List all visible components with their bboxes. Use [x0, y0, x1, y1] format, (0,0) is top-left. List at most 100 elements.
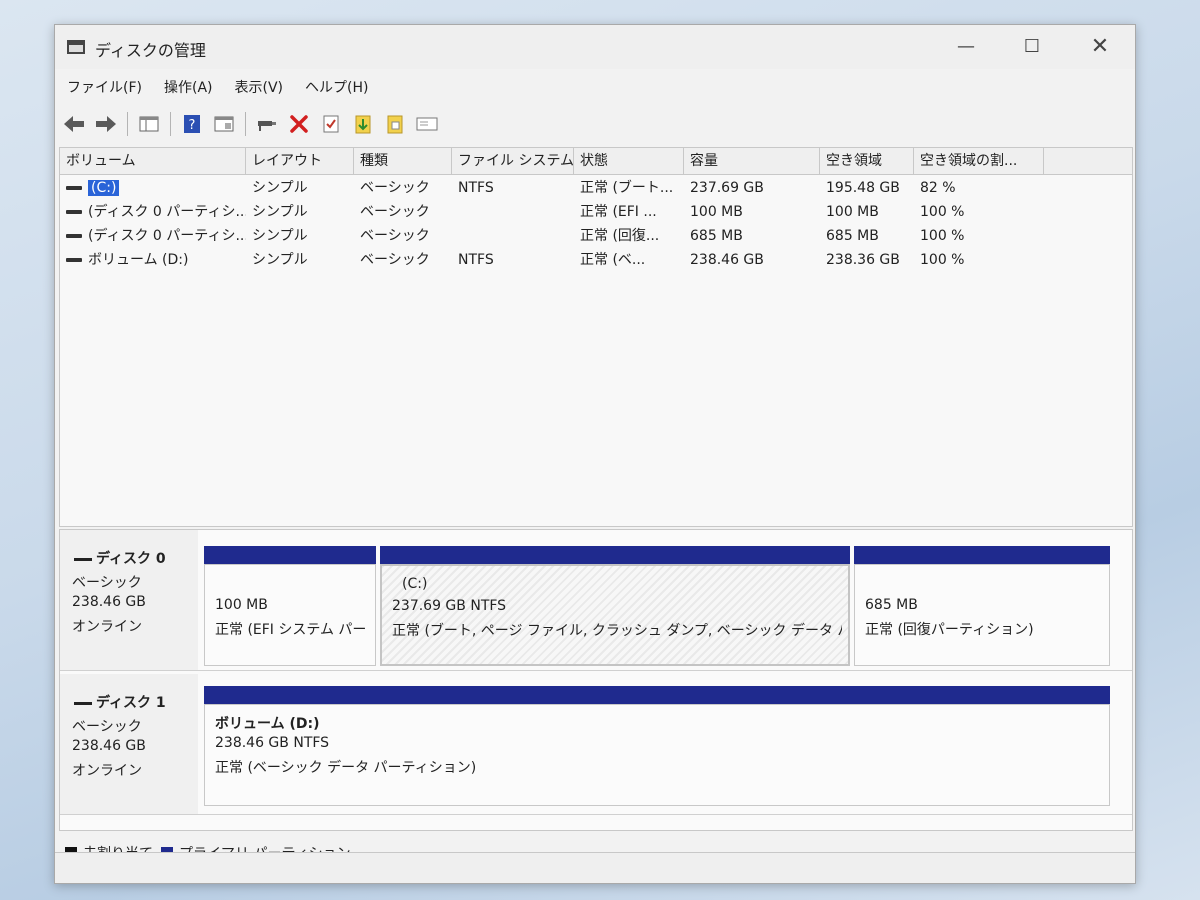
disk-status: オンライン [72, 763, 142, 779]
free-space-cell: 195.48 GB [826, 180, 900, 196]
column-header-layout[interactable]: レイアウト [246, 148, 354, 174]
filesystem-cell: NTFS [458, 180, 494, 196]
volume-name: (ディスク 0 パーティシ... [88, 204, 246, 220]
partition-size: 237.69 GB NTFS [392, 598, 507, 614]
layout-cell: シンプル [252, 228, 308, 244]
partition-c[interactable]: (C:) 237.69 GB NTFS 正常 (ブート, ページ ファイル, ク… [380, 546, 850, 666]
window-title: ディスクの管理 [95, 41, 206, 60]
partition-body: (C:) 237.69 GB NTFS 正常 (ブート, ページ ファイル, ク… [380, 564, 850, 666]
partition-status: 正常 (ベーシック データ パーティション) [215, 760, 477, 776]
free-space-cell: 238.36 GB [826, 252, 900, 268]
volume-name: (ディスク 0 パーティシ... [88, 228, 246, 244]
column-header-free-space[interactable]: 空き領域 [820, 148, 914, 174]
column-header-type[interactable]: 種類 [354, 148, 452, 174]
maximize-button[interactable]: ☐ [1009, 31, 1055, 61]
forward-arrow-icon[interactable] [93, 111, 119, 137]
menu-view[interactable]: 表示(V) [235, 77, 284, 97]
disk-size: 238.46 GB [72, 738, 146, 754]
partition-status: 正常 (ブート, ページ ファイル, クラッシュ ダンプ, ベーシック データ … [392, 623, 842, 639]
disk-management-window: ディスクの管理 — ☐ ✕ ファイル(F) 操作(A) 表示(V) ヘルプ(H)… [54, 24, 1136, 884]
disk-icon [74, 557, 92, 561]
export-icon[interactable] [350, 111, 376, 137]
filesystem-cell: NTFS [458, 252, 494, 268]
partition-bar [854, 546, 1110, 564]
minimize-button[interactable]: — [943, 31, 989, 61]
free-space-cell: 685 MB [826, 228, 879, 244]
toolbar: ? [55, 105, 1135, 143]
disk-type: ベーシック [72, 719, 142, 735]
capacity-cell: 100 MB [690, 204, 743, 220]
layout-cell: シンプル [252, 204, 308, 220]
status-cell: 正常 (EFI ... [580, 204, 657, 220]
partition-body: 100 MB 正常 (EFI システム パー [204, 564, 376, 666]
type-cell: ベーシック [360, 252, 430, 268]
import-icon[interactable] [382, 111, 408, 137]
delete-icon[interactable] [286, 111, 312, 137]
partition-efi[interactable]: 100 MB 正常 (EFI システム パー [204, 546, 376, 666]
status-bar [55, 852, 1135, 883]
drive-icon [66, 258, 82, 262]
help-icon[interactable]: ? [179, 111, 205, 137]
partition-title: ボリューム (D:) [215, 716, 320, 732]
type-cell: ベーシック [360, 228, 430, 244]
table-row[interactable]: (ディスク 0 パーティシ... シンプル ベーシック 正常 (回復... 68… [60, 224, 1132, 248]
disk-row-0: ディスク 0 ベーシック 238.46 GB オンライン 100 MB 正常 (… [60, 530, 1132, 671]
type-cell: ベーシック [360, 204, 430, 220]
drive-icon [66, 186, 82, 190]
checklist-icon[interactable] [318, 111, 344, 137]
disk-title: ディスク 1 [74, 692, 166, 712]
table-row[interactable]: (C:) シンプル ベーシック NTFS 正常 (ブート... 237.69 G… [60, 176, 1132, 200]
view-icon[interactable] [414, 111, 440, 137]
drive-icon [66, 234, 82, 238]
partition-bar [380, 546, 850, 564]
volume-cell: (ディスク 0 パーティシ... [60, 200, 246, 224]
column-header-volume[interactable]: ボリューム [60, 148, 246, 174]
volume-cell: (C:) [60, 176, 246, 200]
table-row[interactable]: (ディスク 0 パーティシ... シンプル ベーシック 正常 (EFI ... … [60, 200, 1132, 224]
partition-recovery[interactable]: 685 MB 正常 (回復パーティション) [854, 546, 1110, 666]
layout-cell: シンプル [252, 180, 308, 196]
menu-help[interactable]: ヘルプ(H) [305, 77, 368, 97]
type-cell: ベーシック [360, 180, 430, 196]
properties-icon[interactable] [211, 111, 237, 137]
menu-bar: ファイル(F) 操作(A) 表示(V) ヘルプ(H) [55, 73, 1135, 101]
toolbar-separator [127, 112, 128, 136]
disk-info-0[interactable]: ディスク 0 ベーシック 238.46 GB オンライン [60, 530, 198, 670]
partition-bar [204, 686, 1110, 704]
partition-bar [204, 546, 376, 564]
disk-row-1: ディスク 1 ベーシック 238.46 GB オンライン ボリューム (D:) … [60, 674, 1132, 815]
partition-body: ボリューム (D:) 238.46 GB NTFS 正常 (ベーシック データ … [204, 704, 1110, 806]
disk-icon [74, 701, 92, 705]
partition-title: (C:) [402, 576, 428, 592]
table-row[interactable]: ボリューム (D:) シンプル ベーシック NTFS 正常 (ベ... 238.… [60, 248, 1132, 272]
free-percent-cell: 82 % [920, 180, 956, 196]
capacity-cell: 685 MB [690, 228, 743, 244]
menu-action[interactable]: 操作(A) [164, 77, 213, 97]
volume-name: (C:) [88, 180, 120, 196]
disk-status: オンライン [72, 619, 142, 635]
column-header-capacity[interactable]: 容量 [684, 148, 820, 174]
status-cell: 正常 (ベ... [580, 252, 646, 268]
partition-d[interactable]: ボリューム (D:) 238.46 GB NTFS 正常 (ベーシック データ … [204, 686, 1110, 806]
filesystem-cell [452, 200, 574, 224]
status-cell: 正常 (回復... [580, 228, 660, 244]
column-header-free-percent[interactable]: 空き領域の割... [914, 148, 1044, 174]
disk-info-1[interactable]: ディスク 1 ベーシック 238.46 GB オンライン [60, 674, 198, 814]
title-bar: ディスクの管理 — ☐ ✕ [55, 25, 1135, 69]
column-header-status[interactable]: 状態 [574, 148, 684, 174]
close-button[interactable]: ✕ [1077, 31, 1123, 61]
connect-icon[interactable] [254, 111, 280, 137]
column-header-row: ボリューム レイアウト 種類 ファイル システム 状態 容量 空き領域 空き領域… [60, 148, 1132, 175]
drive-icon [66, 210, 82, 214]
free-percent-cell: 100 % [920, 228, 965, 244]
status-cell: 正常 (ブート... [580, 180, 674, 196]
capacity-cell: 237.69 GB [690, 180, 764, 196]
disk-title: ディスク 0 [74, 548, 166, 568]
column-header-filesystem[interactable]: ファイル システム [452, 148, 574, 174]
disk-management-icon [67, 40, 85, 54]
back-arrow-icon[interactable] [61, 111, 87, 137]
menu-file[interactable]: ファイル(F) [67, 77, 142, 97]
free-percent-cell: 100 % [920, 204, 965, 220]
console-tree-icon[interactable] [136, 111, 162, 137]
disk-name: ディスク 1 [96, 695, 166, 711]
